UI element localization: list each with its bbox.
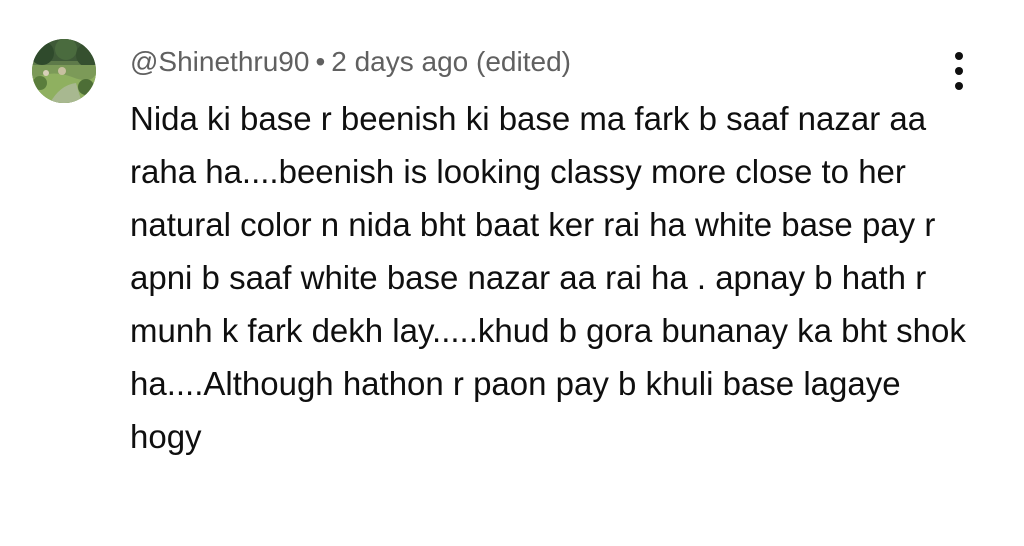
garden-avatar-icon [32, 39, 96, 103]
author-name[interactable]: @Shinethru90 [130, 46, 309, 77]
menu-dot [955, 82, 963, 90]
meta-separator: • [315, 46, 326, 77]
menu-dot [955, 52, 963, 60]
menu-dot [955, 67, 963, 75]
comment-meta: @Shinethru90 • 2 days ago (edited) [130, 44, 571, 80]
comment-text: Nida ki base r beenish ki base ma fark b… [130, 100, 966, 455]
more-vertical-icon[interactable] [944, 52, 974, 90]
comment-item: @Shinethru90 • 2 days ago (edited) Nida ki… [0, 0, 1024, 546]
avatar[interactable] [32, 39, 96, 103]
comment-timestamp[interactable]: 2 days ago (edited) [331, 46, 571, 77]
